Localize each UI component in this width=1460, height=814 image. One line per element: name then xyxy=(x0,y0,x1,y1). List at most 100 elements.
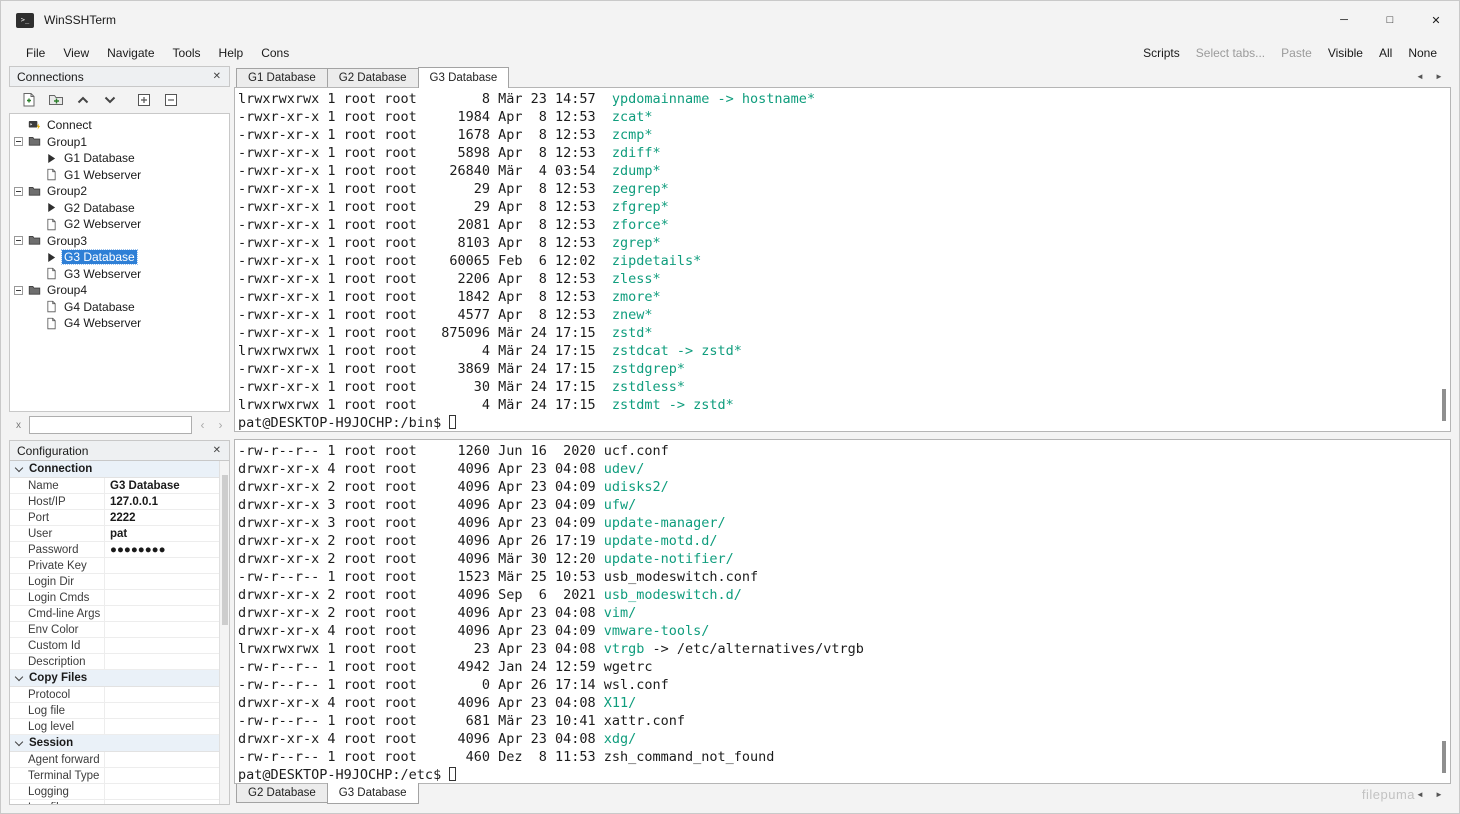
menu-cons[interactable]: Cons xyxy=(252,42,298,64)
tree-item-g4-database[interactable]: G4 Database xyxy=(10,299,229,316)
config-section-connection[interactable]: Connection xyxy=(10,461,219,478)
add-folder-icon[interactable] xyxy=(48,92,64,108)
config-value-login-cmds[interactable] xyxy=(105,590,219,605)
add-session-icon[interactable] xyxy=(21,92,37,108)
config-value-name[interactable]: G3 Database xyxy=(105,478,219,493)
close-button[interactable]: ✕ xyxy=(1413,1,1459,39)
terminal-line: -rwxr-xr-x 1 root root 1678 Apr 8 12:53 … xyxy=(238,126,1436,144)
terminal-top-scrollbar[interactable] xyxy=(1440,90,1447,429)
top-tab-g2-database[interactable]: G2 Database xyxy=(327,68,419,87)
config-row-login-dir: Login Dir xyxy=(10,574,219,590)
terminal-line: -rwxr-xr-x 1 root root 2081 Apr 8 12:53 … xyxy=(238,216,1436,234)
config-value-log-file[interactable] xyxy=(105,703,219,718)
tree-item-group4[interactable]: Group4 xyxy=(10,282,229,299)
terminal-bottom-scrollbar[interactable] xyxy=(1440,442,1447,781)
bottom-tab-g2-database[interactable]: G2 Database xyxy=(236,784,328,803)
config-value-log-file-name[interactable] xyxy=(105,800,219,805)
tree-collapse-icon[interactable] xyxy=(14,187,23,196)
menu-file[interactable]: File xyxy=(17,42,54,64)
expand-all-icon[interactable] xyxy=(136,92,152,108)
config-value-custom-id[interactable] xyxy=(105,638,219,653)
configuration-scrollbar-thumb[interactable] xyxy=(222,475,228,625)
tree-item-group1[interactable]: Group1 xyxy=(10,134,229,151)
menu-tools[interactable]: Tools xyxy=(164,42,210,64)
tab-scroll-left-icon[interactable]: ◄ xyxy=(1413,787,1427,803)
visible-button[interactable]: Visible xyxy=(1320,42,1371,64)
connections-close-icon[interactable]: ✕ xyxy=(212,71,222,82)
config-label-password: Password xyxy=(10,542,105,557)
terminal-bottom-scrollbar-thumb[interactable] xyxy=(1442,741,1446,773)
config-value-agent-forward[interactable] xyxy=(105,752,219,767)
terminal-top-lines: lrwxrwxrwx 1 root root 8 Mär 23 14:57 yp… xyxy=(238,90,1436,432)
move-down-icon[interactable] xyxy=(102,92,118,108)
config-value-env-color[interactable] xyxy=(105,622,219,637)
config-value-password[interactable]: ●●●●●●●● xyxy=(105,542,219,557)
tree-collapse-icon[interactable] xyxy=(14,137,23,146)
configuration-close-icon[interactable]: ✕ xyxy=(212,445,222,456)
all-button[interactable]: All xyxy=(1371,42,1400,64)
tab-scroll-left-icon[interactable]: ◄ xyxy=(1413,69,1427,85)
tree-item-group3[interactable]: Group3 xyxy=(10,233,229,250)
tab-scroll-right-icon[interactable]: ► xyxy=(1432,69,1446,85)
tree-item-g2-database[interactable]: G2 Database xyxy=(10,200,229,217)
top-tabstrip: ◄ ► G1 DatabaseG2 DatabaseG3 Database xyxy=(234,66,1451,87)
tree-item-connect[interactable]: Connect xyxy=(10,117,229,134)
terminal-line: lrwxrwxrwx 1 root root 4 Mär 24 17:15 zs… xyxy=(238,342,1436,360)
tree-item-g1-database[interactable]: G1 Database xyxy=(10,150,229,167)
tree-search-input[interactable] xyxy=(29,416,192,434)
config-row-agent-forward: Agent forward xyxy=(10,752,219,768)
configuration-scrollbar[interactable] xyxy=(219,461,229,804)
terminal-top[interactable]: lrwxrwxrwx 1 root root 8 Mär 23 14:57 yp… xyxy=(234,87,1451,432)
collapse-all-icon[interactable] xyxy=(163,92,179,108)
pane-splitter[interactable] xyxy=(234,432,1451,439)
config-value-port[interactable]: 2222 xyxy=(105,510,219,525)
config-value-description[interactable] xyxy=(105,654,219,669)
config-value-protocol[interactable] xyxy=(105,687,219,702)
tab-scroll-right-icon[interactable]: ► xyxy=(1432,787,1446,803)
tree-item-label: Group1 xyxy=(45,135,89,149)
search-clear-button[interactable]: x xyxy=(11,416,26,434)
tree-item-group2[interactable]: Group2 xyxy=(10,183,229,200)
config-value-terminal-type[interactable] xyxy=(105,768,219,783)
menu-help[interactable]: Help xyxy=(210,42,253,64)
tree-collapse-icon[interactable] xyxy=(14,286,23,295)
paste-button[interactable]: Paste xyxy=(1273,42,1320,64)
search-next-button[interactable]: › xyxy=(213,416,228,434)
terminal-prompt: pat@DESKTOP-H9JOCHP:/bin$ xyxy=(238,415,449,431)
terminal-line: -rwxr-xr-x 1 root root 2206 Apr 8 12:53 … xyxy=(238,270,1436,288)
move-up-icon[interactable] xyxy=(75,92,91,108)
menu-view[interactable]: View xyxy=(54,42,98,64)
search-prev-button[interactable]: ‹ xyxy=(195,416,210,434)
tree-item-g3-database[interactable]: G3 Database xyxy=(10,249,229,266)
folder-icon xyxy=(27,184,41,198)
minimize-button[interactable]: ─ xyxy=(1321,1,1367,39)
terminal-bottom[interactable]: -rw-r--r-- 1 root root 1260 Jun 16 2020 … xyxy=(234,439,1451,784)
scripts-button[interactable]: Scripts xyxy=(1135,42,1188,64)
config-section-label: Connection xyxy=(29,463,92,475)
config-value-private-key[interactable] xyxy=(105,558,219,573)
config-value-login-dir[interactable] xyxy=(105,574,219,589)
config-section-session[interactable]: Session xyxy=(10,735,219,752)
tree-item-g3-webserver[interactable]: G3 Webserver xyxy=(10,266,229,283)
tree-item-g4-webserver[interactable]: G4 Webserver xyxy=(10,315,229,332)
tree-item-g1-webserver[interactable]: G1 Webserver xyxy=(10,167,229,184)
config-row-login-cmds: Login Cmds xyxy=(10,590,219,606)
tree-collapse-icon[interactable] xyxy=(14,236,23,245)
config-value-cmd-line-args[interactable] xyxy=(105,606,219,621)
select-tabs-button[interactable]: Select tabs... xyxy=(1188,42,1273,64)
none-button[interactable]: None xyxy=(1400,42,1445,64)
tree-item-g2-webserver[interactable]: G2 Webserver xyxy=(10,216,229,233)
maximize-button[interactable]: □ xyxy=(1367,1,1413,39)
config-value-host-ip[interactable]: 127.0.0.1 xyxy=(105,494,219,509)
config-value-user[interactable]: pat xyxy=(105,526,219,541)
chevron-down-icon xyxy=(15,463,23,471)
menu-navigate[interactable]: Navigate xyxy=(98,42,163,64)
bottom-tab-g3-database[interactable]: G3 Database xyxy=(327,783,419,804)
terminal-top-scrollbar-thumb[interactable] xyxy=(1442,389,1446,421)
config-value-log-level[interactable] xyxy=(105,719,219,734)
config-label-log-file: Log file xyxy=(10,703,105,718)
top-tab-g3-database[interactable]: G3 Database xyxy=(418,67,510,88)
top-tab-g1-database[interactable]: G1 Database xyxy=(236,68,328,87)
config-section-copy-files[interactable]: Copy Files xyxy=(10,670,219,687)
config-value-logging[interactable] xyxy=(105,784,219,799)
